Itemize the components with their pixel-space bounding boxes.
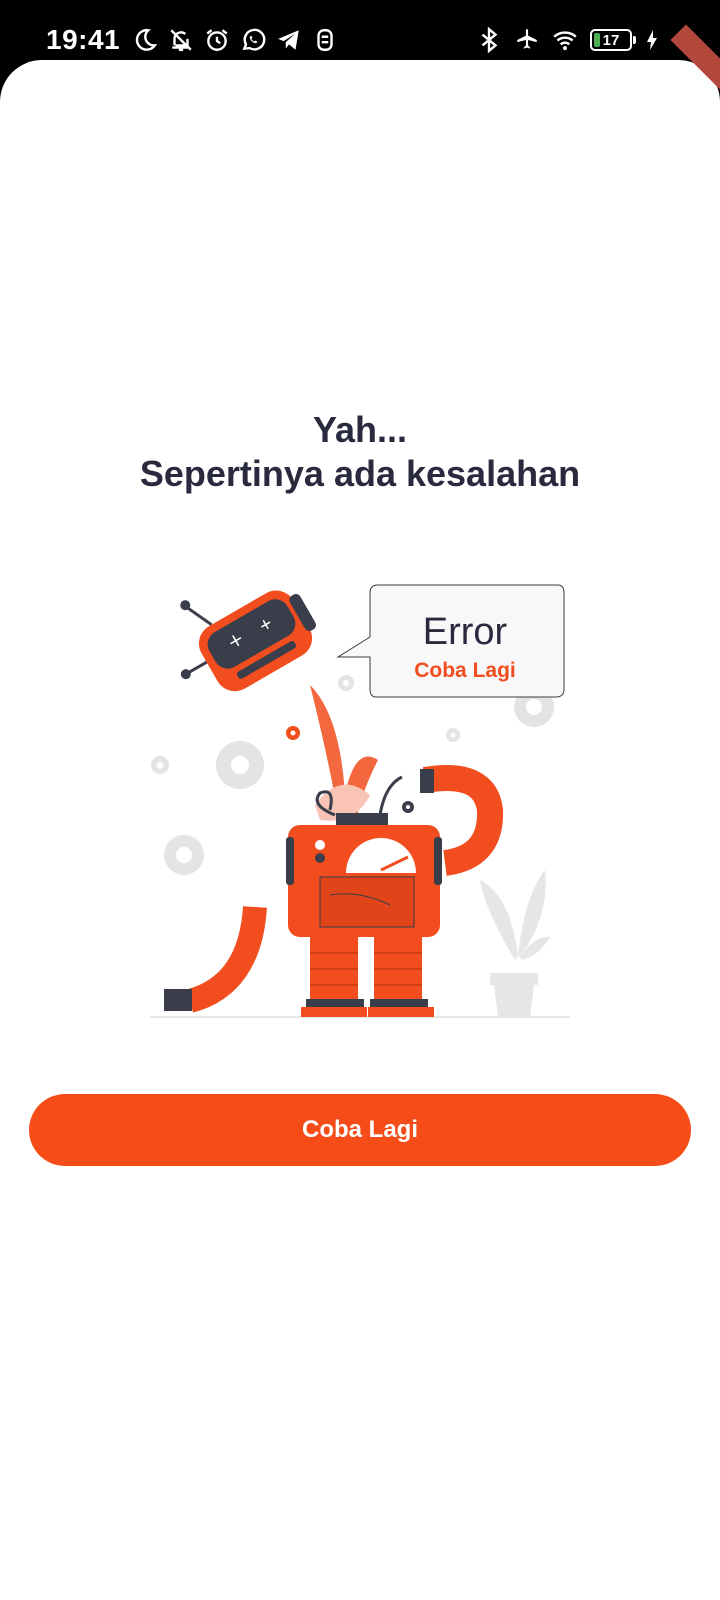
airplane-icon <box>514 27 540 53</box>
robot-left-arm <box>186 905 267 1013</box>
battery-fill <box>594 33 601 47</box>
status-right-group: 17 <box>476 22 660 58</box>
potted-plant <box>480 870 550 1017</box>
robot-right-leg <box>374 937 422 1007</box>
bubble-retry-text: Coba Lagi <box>414 659 516 682</box>
headline-subtitle: Sepertinya ada kesalahan <box>139 453 581 494</box>
bubble-error-text: Error <box>422 611 508 653</box>
robot-head <box>180 590 316 692</box>
alarm-icon <box>204 27 230 53</box>
bell-off-icon <box>168 27 194 53</box>
bluetooth-icon <box>476 27 502 53</box>
headline-title: Yah... <box>312 409 408 450</box>
robot-left-leg <box>310 937 358 1007</box>
battery-icon: 17 <box>590 29 636 51</box>
whatsapp-icon <box>240 27 266 53</box>
wifi-icon <box>552 27 578 53</box>
retry-button[interactable]: Coba Lagi <box>29 1094 691 1166</box>
telegram-icon <box>276 27 302 53</box>
battery-level: 17 <box>602 31 620 49</box>
status-time: 19:41 <box>46 24 121 55</box>
charging-icon <box>644 27 660 53</box>
wire <box>378 775 403 816</box>
app-icon <box>312 27 338 53</box>
status-left-group: 19:41 <box>46 22 338 58</box>
moon-icon <box>132 27 158 53</box>
